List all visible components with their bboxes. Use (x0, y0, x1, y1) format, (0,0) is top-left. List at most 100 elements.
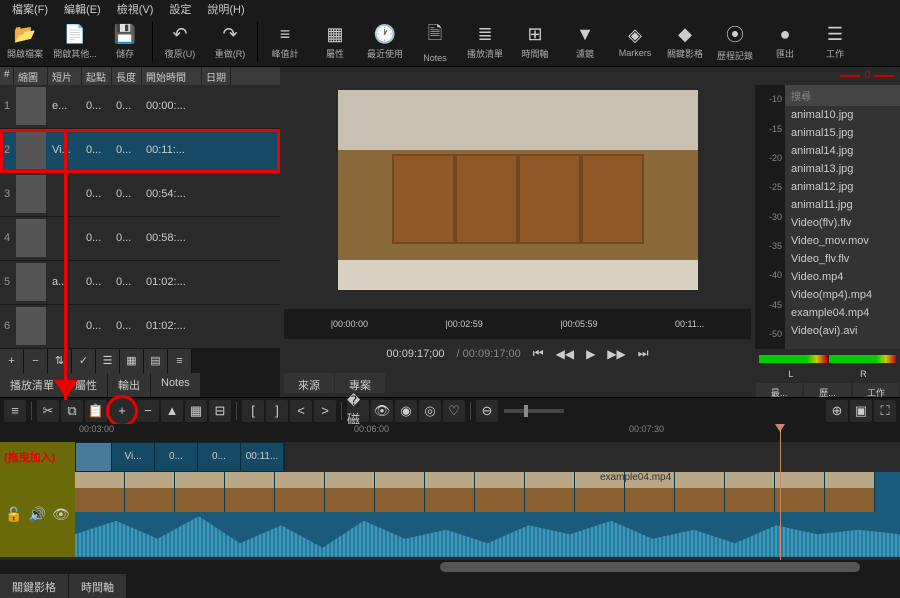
mark-out-button[interactable]: ] (266, 400, 288, 422)
menu-file[interactable]: 檔案(F) (4, 1, 56, 17)
tab-project[interactable]: 專案 (335, 373, 385, 393)
lift-button[interactable]: ▲ (161, 400, 183, 422)
next-button[interactable]: > (314, 400, 336, 422)
remove-button[interactable]: − (137, 400, 159, 422)
playlist-row[interactable]: 2Vi...0...0...00:11:... (0, 129, 280, 173)
timeline-ruler[interactable]: 00:03:00 00:06:00 00:07:30 (0, 424, 900, 442)
tab-playlist[interactable]: 播放清單 (0, 373, 64, 397)
preview-viewport[interactable] (284, 71, 751, 309)
file-item[interactable]: Video(mp4).mp4 (785, 286, 900, 304)
list-view-button[interactable]: ☰ (96, 349, 120, 373)
playhead[interactable] (780, 424, 781, 560)
timeline-button[interactable]: ⊞時間軸 (510, 18, 560, 66)
keyframes-button[interactable]: ◆關鍵影格 (660, 18, 710, 66)
check-button[interactable]: ✓ (72, 349, 96, 373)
playlist-row[interactable]: 40...0...00:58:... (0, 217, 280, 261)
peak-meter-button[interactable]: ≡峰值計 (260, 18, 310, 66)
mute-icon[interactable]: 🔊 (29, 506, 46, 523)
paste-button[interactable]: 📋 (85, 400, 107, 422)
tab-properties[interactable]: 屬性 (65, 373, 107, 397)
skip-back-button[interactable]: ⏮ (533, 346, 544, 361)
lock-icon[interactable]: 🔓 (5, 506, 22, 523)
append-button[interactable]: + (109, 398, 135, 424)
overwrite-button[interactable]: ▦ (185, 400, 207, 422)
menu-button[interactable]: ≡ (4, 400, 26, 422)
zoom-in-button[interactable]: ⊕ (826, 400, 848, 422)
playlist-row[interactable]: 1e...0...0...00:00:... (0, 85, 280, 129)
undo-button[interactable]: ↶復原(U) (155, 18, 205, 66)
file-item[interactable]: Video.mp4 (785, 268, 900, 286)
fullscreen-button[interactable]: ⛶ (874, 400, 896, 422)
menu-settings[interactable]: 設定 (161, 1, 199, 17)
menu-help[interactable]: 說明(H) (199, 1, 252, 17)
skip-forward-button[interactable]: ⏭ (638, 346, 649, 361)
menu-edit[interactable]: 編輯(E) (56, 1, 109, 17)
save-button[interactable]: 💾儲存 (100, 18, 150, 66)
timecode-current[interactable]: 00:09:17;00 (386, 348, 444, 360)
file-item[interactable]: example04.mp4 (785, 304, 900, 322)
export-button[interactable]: ●匯出 (760, 18, 810, 66)
mark-in-button[interactable]: [ (242, 400, 264, 422)
file-item[interactable]: animal12.jpg (785, 178, 900, 196)
playlist-row[interactable]: 30...0...00:54:... (0, 173, 280, 217)
file-item[interactable]: Video(avi).avi (785, 322, 900, 340)
file-item[interactable]: Video_mov.mov (785, 232, 900, 250)
zoom-out-button[interactable]: ⊖ (476, 400, 498, 422)
cut-button[interactable]: ✂ (37, 400, 59, 422)
timeline-clip[interactable] (75, 472, 900, 557)
recent-button[interactable]: 🕐最近使用 (360, 18, 410, 66)
zoom-fit-button[interactable]: ▣ (850, 400, 872, 422)
dragged-clip[interactable]: Vi... 0... 0... 00:11... (75, 442, 285, 472)
tab-timeline[interactable]: 時間軸 (69, 574, 126, 598)
tab-notes[interactable]: Notes (151, 373, 200, 397)
playlist-row[interactable]: 60...0...01:02:... (0, 305, 280, 349)
playlist[interactable]: 1e...0...0...00:00:...2Vi...0...0...00:1… (0, 85, 280, 349)
open-file-button[interactable]: 📂開啟檔案 (0, 18, 50, 66)
zoom-slider[interactable] (504, 409, 564, 413)
grid-view-button[interactable]: ▦ (120, 349, 144, 373)
redo-button[interactable]: ↷重做(R) (205, 18, 255, 66)
prev-button[interactable]: < (290, 400, 312, 422)
ripple-button[interactable]: ◉ (395, 400, 417, 422)
playlist-row[interactable]: 5a...0...0...01:02:... (0, 261, 280, 305)
timeline-scrollbar[interactable] (0, 560, 900, 574)
timeline-tracks[interactable]: 00:03:00 00:06:00 00:07:30 (拖曳加入) 🔓 🔊 👁 … (0, 424, 900, 560)
jobs-button[interactable]: ☰工作 (810, 18, 860, 66)
tab-source[interactable]: 來源 (284, 373, 334, 393)
track2-header[interactable]: 🔓 🔊 👁 (0, 472, 75, 557)
play-button[interactable]: ▶ (586, 347, 595, 361)
open-other-button[interactable]: 📄開啟其他... (50, 18, 100, 66)
file-item[interactable]: animal11.jpg (785, 196, 900, 214)
markers-button[interactable]: ◈Markers (610, 18, 660, 66)
scrub-button[interactable]: 👁 (371, 400, 393, 422)
file-item[interactable]: animal15.jpg (785, 124, 900, 142)
tab-export[interactable]: 輸出 (108, 373, 150, 397)
file-item[interactable]: Video(flv).flv (785, 214, 900, 232)
ripple-all-button[interactable]: ◎ (419, 400, 441, 422)
properties-button[interactable]: ▦屬性 (310, 18, 360, 66)
hide-icon[interactable]: 👁 (52, 506, 70, 523)
copy-button[interactable]: ⧉ (61, 400, 83, 422)
menu-button[interactable]: ≡ (168, 349, 192, 373)
up-down-button[interactable]: ⇅ (48, 349, 72, 373)
add-button[interactable]: + (0, 349, 24, 373)
ripple-markers-button[interactable]: ♡ (443, 400, 465, 422)
remove-button[interactable]: − (24, 349, 48, 373)
search-field[interactable]: 搜尋 (785, 85, 900, 106)
file-item[interactable]: Video_flv.flv (785, 250, 900, 268)
file-item[interactable]: animal10.jpg (785, 106, 900, 124)
rewind-button[interactable]: ◀◀ (556, 347, 574, 361)
playlist-button[interactable]: ≣播放清單 (460, 18, 510, 66)
file-item[interactable]: animal13.jpg (785, 160, 900, 178)
tab-keyframes[interactable]: 關鍵影格 (0, 574, 68, 598)
split-button[interactable]: ⊟ (209, 400, 231, 422)
forward-button[interactable]: ▶▶ (607, 347, 625, 361)
snap-button[interactable]: �磁 (347, 400, 369, 422)
notes-button[interactable]: 🗎Notes (410, 18, 460, 66)
file-browser[interactable]: 搜尋 animal10.jpganimal15.jpganimal14.jpga… (785, 85, 900, 349)
tiles-view-button[interactable]: ▤ (144, 349, 168, 373)
menu-view[interactable]: 檢視(V) (109, 1, 162, 17)
history-button[interactable]: ⦿歷程記錄 (710, 18, 760, 66)
file-item[interactable]: animal14.jpg (785, 142, 900, 160)
filters-button[interactable]: ▼濾鏡 (560, 18, 610, 66)
